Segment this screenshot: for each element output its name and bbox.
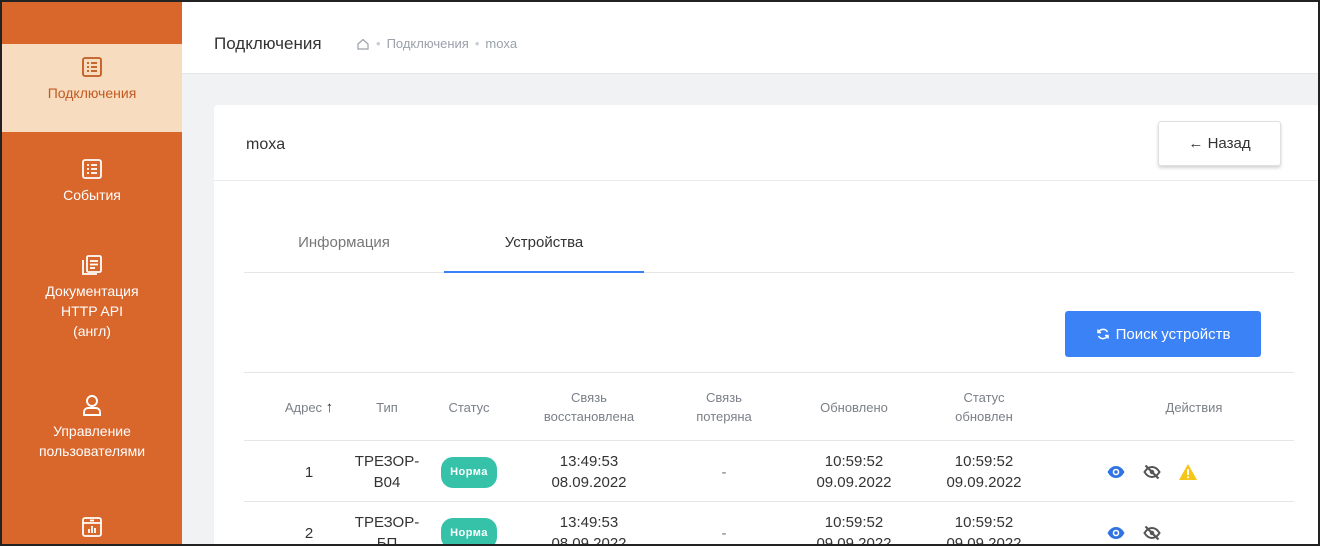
copy-icon xyxy=(82,255,102,275)
table-row: 2 ТРЕЗОР- БП Норма 13:49:53 08.09.2022 -… xyxy=(244,503,1294,546)
list-icon xyxy=(82,57,102,77)
cell-lost: - xyxy=(721,524,727,542)
card-title: moxa xyxy=(246,136,286,153)
connection-card: moxa ← Назад Информация Устройства Поиск… xyxy=(214,105,1318,546)
cell-updated: 10:59:52 09.09.2022 xyxy=(816,514,892,546)
sidebar-item-label: События xyxy=(63,187,121,203)
cell-address: 1 xyxy=(304,463,314,481)
cell-type: ТРЕЗОР- БП xyxy=(354,514,420,546)
cell-restored: 13:49:53 08.09.2022 xyxy=(551,514,627,546)
row-actions xyxy=(1106,503,1162,544)
cell-status: Норма xyxy=(424,503,514,544)
eye-off-icon[interactable] xyxy=(1142,462,1162,482)
breadcrumb-separator: • xyxy=(474,36,480,51)
sidebar-item-connections[interactable]: Подключения xyxy=(2,44,182,132)
search-devices-button[interactable]: Поиск устройств xyxy=(1065,311,1261,357)
sidebar-item-api-docs[interactable]: Документация HTTP API (англ) xyxy=(2,254,182,364)
breadcrumb-separator: • xyxy=(376,36,381,51)
devices-table-header: Адрес ↑ Тип Статус Связь восстановлена С… xyxy=(244,373,1294,441)
app-window: Подключения События Документация HTTP AP… xyxy=(0,0,1320,546)
column-header-restored: Связь восстановлена xyxy=(543,390,635,424)
cell-status-updated: 10:59:52 09.09.2022 xyxy=(946,453,1022,491)
breadcrumb-item-connections[interactable]: Подключения xyxy=(387,36,469,51)
column-header-updated: Обновлено xyxy=(820,399,888,415)
eye-off-icon[interactable] xyxy=(1142,523,1162,543)
column-header-status-updated: Статус обновлен xyxy=(955,390,1013,424)
sidebar-item-user-management[interactable]: Управление пользователями xyxy=(2,394,182,484)
column-header-lost: Связь потеряна xyxy=(696,390,752,424)
table-row: 1 ТРЕЗОР- B04 Норма 13:49:53 08.09.2022 … xyxy=(244,442,1294,502)
search-devices-label: Поиск устройств xyxy=(1115,325,1231,343)
status-badge: Норма xyxy=(441,456,497,488)
top-header: Подключения • Подключения • moxa xyxy=(182,2,1318,74)
refresh-icon xyxy=(1096,328,1109,340)
column-header-type: Тип xyxy=(376,399,398,415)
sort-arrow-icon: ↑ xyxy=(325,398,334,416)
sidebar-item-monitoring[interactable] xyxy=(2,516,182,544)
status-badge: Норма xyxy=(441,517,497,544)
eye-icon[interactable] xyxy=(1106,523,1126,543)
cell-status: Норма xyxy=(424,442,514,502)
page-title: Подключения xyxy=(214,34,322,53)
cell-status-updated: 10:59:52 09.09.2022 xyxy=(946,514,1022,546)
home-icon[interactable] xyxy=(356,37,370,51)
cell-restored: 13:49:53 08.09.2022 xyxy=(551,453,627,491)
chart-window-icon xyxy=(82,517,102,537)
list-icon xyxy=(82,159,102,179)
column-header-actions: Действия xyxy=(1165,399,1223,415)
warning-icon[interactable] xyxy=(1178,462,1198,482)
back-button[interactable]: ← Назад xyxy=(1158,121,1281,166)
cell-updated: 10:59:52 09.09.2022 xyxy=(816,453,892,491)
cell-lost: - xyxy=(721,463,727,481)
sidebar-item-label: Подключения xyxy=(47,85,137,101)
sidebar-item-label: Управление пользователями xyxy=(38,423,146,459)
cell-type: ТРЕЗОР- B04 xyxy=(354,453,420,491)
breadcrumb: • Подключения • moxa xyxy=(356,36,517,51)
eye-icon[interactable] xyxy=(1106,462,1126,482)
sidebar-item-events[interactable]: События xyxy=(2,158,182,228)
column-header-status: Статус xyxy=(448,399,490,415)
column-header-address[interactable]: Адрес ↑ xyxy=(269,373,349,441)
sidebar-item-label: Документация HTTP API (англ) xyxy=(45,283,139,339)
sidebar: Подключения События Документация HTTP AP… xyxy=(2,2,182,544)
tab-devices[interactable]: Устройства xyxy=(444,218,644,273)
breadcrumb-item-current: moxa xyxy=(485,36,518,51)
user-icon xyxy=(83,395,101,416)
card-header: moxa ← Назад xyxy=(214,105,1318,181)
cell-address: 2 xyxy=(304,524,314,542)
tab-information[interactable]: Информация xyxy=(244,218,444,273)
tab-bar: Информация Устройства xyxy=(244,218,1294,273)
row-actions xyxy=(1106,442,1198,502)
